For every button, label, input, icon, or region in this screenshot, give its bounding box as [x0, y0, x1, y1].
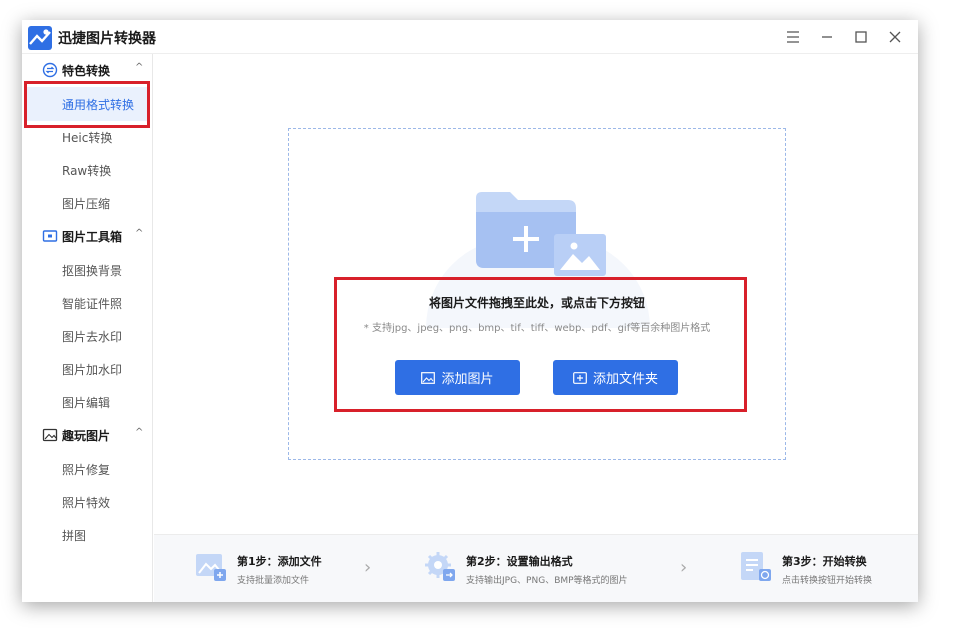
settings-step-icon — [425, 552, 455, 581]
step-2-title: 第2步：设置输出格式 — [466, 555, 573, 568]
sidebar-item-photo-effects[interactable]: 照片特效 — [26, 485, 149, 519]
step-1-subtitle: 支持批量添加文件 — [237, 576, 310, 586]
image-icon — [42, 428, 58, 442]
sidebar-item-label: 智能证件照 — [62, 297, 123, 311]
sidebar-group-label: 图片工具箱 — [62, 230, 123, 244]
sidebar-item-cutout[interactable]: 抠图换背景 — [26, 253, 149, 287]
sidebar-item-label: 照片特效 — [62, 496, 111, 510]
chevron-right-icon: › — [364, 557, 372, 578]
sidebar-group-label: 趣玩图片 — [62, 429, 111, 443]
sidebar-item-label: 拼图 — [62, 529, 87, 543]
app-logo-icon — [28, 26, 52, 50]
sidebar-group-toolbox[interactable]: 图片工具箱 ^ — [22, 223, 153, 249]
sidebar-item-label: 照片修复 — [62, 463, 111, 477]
sidebar-item-label: 图片编辑 — [62, 396, 111, 410]
title-bar: 迅捷图片转换器 — [22, 20, 918, 54]
sidebar-item-label: 图片加水印 — [62, 363, 123, 377]
sidebar-group-special-convert[interactable]: 特色转换 ^ — [22, 57, 153, 83]
app-title: 迅捷图片转换器 — [58, 31, 156, 47]
sidebar-item-collage[interactable]: 拼图 — [26, 518, 149, 552]
highlight-box-sidebar — [24, 81, 150, 128]
step-1-title: 第1步：添加文件 — [237, 555, 322, 568]
sidebar-item-label: 抠图换背景 — [62, 264, 123, 278]
sidebar-item-label: Raw转换 — [62, 164, 112, 178]
chevron-up-icon[interactable]: ^ — [135, 62, 143, 73]
sidebar-item-compress[interactable]: 图片压缩 — [26, 186, 149, 220]
sidebar-item-label: 图片去水印 — [62, 330, 123, 344]
steps-bar: 第1步：添加文件 支持批量添加文件 › 第2步：设置输出格式 支持输出JPG、P… — [154, 534, 918, 602]
sidebar-group-fun[interactable]: 趣玩图片 ^ — [22, 422, 153, 448]
sidebar-item-label: 图片压缩 — [62, 197, 111, 211]
chevron-up-icon[interactable]: ^ — [135, 427, 143, 438]
sidebar-item-photo-repair[interactable]: 照片修复 — [26, 452, 149, 486]
add-file-step-icon — [196, 554, 226, 581]
sidebar-item-edit[interactable]: 图片编辑 — [26, 385, 149, 419]
step-3-subtitle: 点击转换按钮开始转换 — [782, 576, 873, 586]
minimize-icon[interactable] — [810, 26, 844, 48]
sidebar-item-raw[interactable]: Raw转换 — [26, 153, 149, 187]
highlight-box-dropzone — [334, 277, 747, 412]
sidebar-item-remove-watermark[interactable]: 图片去水印 — [26, 319, 149, 353]
sidebar: 特色转换 ^ 通用格式转换 Heic转换 Raw转换 图片压缩 图片工具箱 ^ … — [22, 54, 153, 602]
menu-icon[interactable] — [776, 26, 810, 48]
step-2-subtitle: 支持输出JPG、PNG、BMP等格式的图片 — [466, 576, 628, 586]
folder-add-icon — [476, 192, 606, 276]
toolbox-icon — [42, 230, 58, 242]
sidebar-group-label: 特色转换 — [62, 64, 111, 78]
convert-step-icon — [741, 552, 771, 581]
step-3-title: 第3步：开始转换 — [782, 555, 867, 568]
chevron-right-icon: › — [680, 557, 688, 578]
maximize-icon[interactable] — [844, 26, 878, 48]
sidebar-item-id-photo[interactable]: 智能证件照 — [26, 286, 149, 320]
sidebar-item-label: Heic转换 — [62, 131, 113, 145]
swap-icon — [42, 62, 58, 78]
close-icon[interactable] — [878, 26, 912, 48]
sidebar-item-add-watermark[interactable]: 图片加水印 — [26, 352, 149, 386]
chevron-up-icon[interactable]: ^ — [135, 228, 143, 239]
